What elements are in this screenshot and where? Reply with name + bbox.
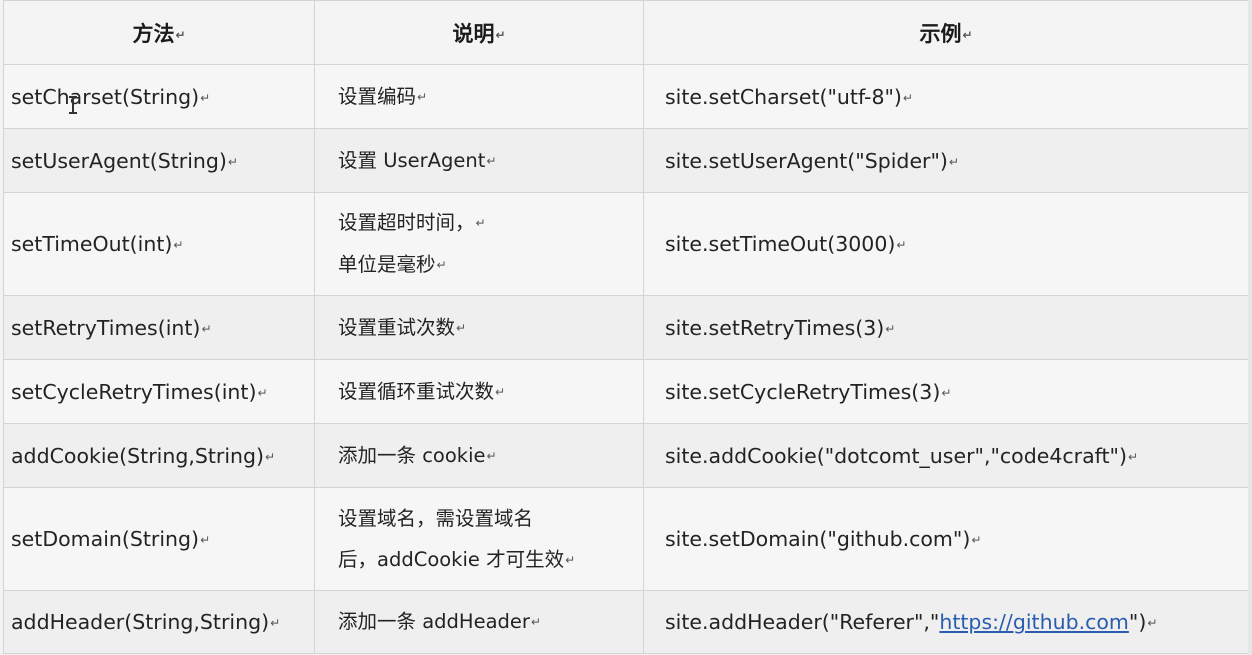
example-cell: site.setRetryTimes(3)↵ <box>643 295 1249 360</box>
method-cell: setUserAgent(String)↵ <box>3 128 315 193</box>
example-cell: site.setTimeOut(3000)↵ <box>643 192 1249 296</box>
example-cell: site.setCycleRetryTimes(3)↵ <box>643 359 1249 424</box>
table-row: setRetryTimes(int)↵ 设置重试次数↵ site.setRetr… <box>3 295 1249 360</box>
description-cell: 设置超时时间，↵ 单位是毫秒↵ <box>314 192 644 296</box>
method-cell: setCycleRetryTimes(int)↵ <box>3 359 315 424</box>
description-cell: 添加一条 cookie↵ <box>314 423 644 488</box>
description-cell: 设置域名，需设置域名 后，addCookie 才可生效↵ <box>314 487 644 591</box>
method-cell: addHeader(String,String)↵ <box>3 590 315 654</box>
paragraph-mark-icon: ↵ <box>530 615 541 629</box>
description-cell: 添加一条 addHeader↵ <box>314 590 644 654</box>
description-cell: 设置循环重试次数↵ <box>314 359 644 424</box>
header-description: 说明↵ <box>314 0 644 65</box>
paragraph-mark-icon: ↵ <box>486 153 497 168</box>
paragraph-mark-icon: ↵ <box>896 238 907 252</box>
paragraph-mark-icon: ↵ <box>201 321 212 336</box>
table-row: addHeader(String,String)↵ 添加一条 addHeader… <box>3 590 1249 654</box>
description-cell: 设置 UserAgent↵ <box>314 128 644 193</box>
paragraph-mark-icon: ↵ <box>486 448 497 463</box>
example-cell: site.setCharset("utf-8")↵ <box>643 64 1249 129</box>
paragraph-mark-icon: ↵ <box>200 90 211 105</box>
paragraph-mark-icon: ↵ <box>902 90 913 105</box>
paragraph-mark-icon: ↵ <box>436 258 447 272</box>
method-cell: addCookie(String,String)↵ <box>3 423 315 488</box>
paragraph-mark-icon: ↵ <box>257 385 268 400</box>
paragraph-mark-icon: ↵ <box>565 552 576 567</box>
paragraph-mark-icon: ↵ <box>200 533 211 547</box>
paragraph-mark-icon: ↵ <box>971 533 982 547</box>
paragraph-mark-icon: ↵ <box>1147 616 1158 630</box>
paragraph-mark-icon: ↵ <box>270 616 281 630</box>
paragraph-mark-icon: ↵ <box>495 384 506 399</box>
table-row: setCycleRetryTimes(int)↵ 设置循环重试次数↵ site.… <box>3 359 1249 424</box>
paragraph-mark-icon: ↵ <box>962 27 973 42</box>
table-header-row: 方法↵ 说明↵ 示例↵ <box>3 0 1249 65</box>
text-cursor-icon <box>69 96 82 114</box>
paragraph-mark-icon: ↵ <box>475 216 486 230</box>
paragraph-mark-icon: ↵ <box>175 27 186 42</box>
description-cell: 设置编码↵ <box>314 64 644 129</box>
paragraph-mark-icon: ↵ <box>885 321 896 336</box>
method-cell: setCharset(String)↵ <box>3 64 315 129</box>
github-link[interactable]: https://github.com <box>939 610 1129 634</box>
example-cell: site.addCookie("dotcomt_user","code4craf… <box>643 423 1249 488</box>
paragraph-mark-icon: ↵ <box>941 385 952 400</box>
paragraph-mark-icon: ↵ <box>495 27 506 42</box>
table-row: addCookie(String,String)↵ 添加一条 cookie↵ s… <box>3 423 1249 488</box>
table-row: setUserAgent(String)↵ 设置 UserAgent↵ site… <box>3 128 1249 193</box>
paragraph-mark-icon: ↵ <box>417 89 428 104</box>
method-cell: setDomain(String)↵ <box>3 487 315 591</box>
paragraph-mark-icon: ↵ <box>1127 449 1139 464</box>
example-cell: site.setUserAgent("Spider")↵ <box>643 128 1249 193</box>
method-cell: setRetryTimes(int)↵ <box>3 295 315 360</box>
document-page: 方法↵ 说明↵ 示例↵ setCharset(String)↵ 设置编码↵ si… <box>0 0 1252 655</box>
paragraph-mark-icon: ↵ <box>948 154 959 169</box>
paragraph-mark-icon: ↵ <box>265 449 276 464</box>
table-row: setDomain(String)↵ 设置域名，需设置域名 后，addCookie… <box>3 487 1249 591</box>
site-methods-table: 方法↵ 说明↵ 示例↵ setCharset(String)↵ 设置编码↵ si… <box>3 0 1249 654</box>
header-example: 示例↵ <box>643 0 1249 65</box>
table-row: setTimeOut(int)↵ 设置超时时间，↵ 单位是毫秒↵ site.set… <box>3 192 1249 296</box>
example-cell: site.addHeader("Referer","https://github… <box>643 590 1249 654</box>
method-cell: setTimeOut(int)↵ <box>3 192 315 296</box>
paragraph-mark-icon: ↵ <box>173 238 184 252</box>
paragraph-mark-icon: ↵ <box>456 320 467 335</box>
table-row: setCharset(String)↵ 设置编码↵ site.setCharse… <box>3 64 1249 129</box>
header-method: 方法↵ <box>3 0 315 65</box>
paragraph-mark-icon: ↵ <box>227 154 238 169</box>
window-edge <box>1248 0 1252 655</box>
example-cell: site.setDomain("github.com")↵ <box>643 487 1249 591</box>
description-cell: 设置重试次数↵ <box>314 295 644 360</box>
